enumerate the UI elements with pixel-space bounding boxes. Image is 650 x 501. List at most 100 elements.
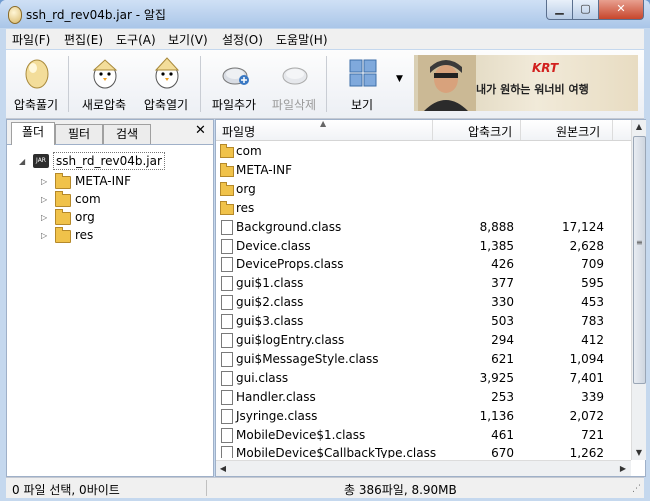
- menu-view[interactable]: 보기(V): [168, 31, 208, 48]
- file-name: res: [236, 200, 255, 215]
- tree-root[interactable]: ◢ JAR ssh_rd_rev04b.jar: [7, 152, 213, 170]
- folder-panel: 폴더 필터 검색 ✕ ◢ JAR ssh_rd_rev04b.jar ▷ MET…: [6, 119, 214, 477]
- class-file-icon: [221, 446, 233, 458]
- maximize-button[interactable]: ▢: [572, 0, 599, 20]
- list-item-folder[interactable]: META-INF: [216, 161, 631, 180]
- window-title: ssh_rd_rev04b.jar - 알집: [26, 8, 166, 22]
- expand-arrow-icon[interactable]: ▷: [41, 209, 47, 227]
- menu-help[interactable]: 도움말(H): [276, 31, 328, 48]
- tree-item[interactable]: ▷ com: [7, 190, 213, 208]
- file-name: MobileDevice$1.class: [236, 427, 366, 442]
- extract-button[interactable]: 압축풀기: [6, 52, 66, 114]
- column-header-original[interactable]: 원본크기: [556, 123, 600, 140]
- delete-file-label: 파일삭제: [271, 98, 317, 112]
- file-name: gui$2.class: [236, 295, 304, 310]
- column-divider[interactable]: [612, 120, 613, 140]
- class-file-icon: [221, 389, 233, 405]
- menu-edit[interactable]: 편집(E): [64, 31, 103, 48]
- new-archive-button[interactable]: 새로압축: [74, 52, 134, 114]
- scroll-up-icon[interactable]: ▲: [632, 120, 646, 134]
- original-size: 783: [581, 314, 604, 329]
- list-item-file[interactable]: MobileDevice$CallbackType.class 670 1,262: [216, 444, 631, 458]
- list-item-file[interactable]: gui$3.class 503 783: [216, 312, 631, 331]
- app-window: ssh_rd_rev04b.jar - 알집 ▁ ▢ ✕ 파일(F) 편집(E)…: [0, 0, 650, 501]
- minimize-button[interactable]: ▁: [546, 0, 573, 20]
- vertical-scrollbar[interactable]: ▲ ≡ ▼: [631, 120, 646, 460]
- delete-file-button[interactable]: 파일삭제: [264, 52, 324, 114]
- list-item-file[interactable]: gui$logEntry.class 294 412: [216, 331, 631, 350]
- person-photo-icon: [418, 55, 476, 111]
- list-item-file[interactable]: Handler.class 253 339: [216, 388, 631, 407]
- tree-item[interactable]: ▷ org: [7, 208, 213, 226]
- file-name: META-INF: [236, 162, 293, 177]
- file-name: Device.class: [236, 238, 311, 253]
- list-item-file[interactable]: MobileDevice$1.class 461 721: [216, 426, 631, 445]
- expand-arrow-icon[interactable]: ▷: [41, 227, 47, 245]
- list-item-file[interactable]: gui$MessageStyle.class 621 1,094: [216, 350, 631, 369]
- compressed-size: 621: [491, 351, 514, 366]
- file-name: Background.class: [236, 219, 342, 234]
- new-archive-label: 새로압축: [81, 98, 127, 112]
- compressed-size: 253: [491, 389, 514, 404]
- column-header-compressed[interactable]: 압축크기: [468, 123, 512, 140]
- tree-item[interactable]: ▷ res: [7, 226, 213, 244]
- class-file-icon: [221, 351, 233, 367]
- menu-tools[interactable]: 도구(A): [116, 31, 156, 48]
- list-item-folder[interactable]: com: [216, 142, 631, 161]
- compressed-size: 377: [491, 276, 514, 291]
- close-button[interactable]: ✕: [598, 0, 644, 20]
- tree-item-label: org: [75, 210, 95, 224]
- ad-banner[interactable]: KRT 내가 원하는 워너비 여행: [414, 55, 638, 111]
- expand-arrow-icon[interactable]: ▷: [41, 173, 47, 191]
- compressed-size: 461: [491, 427, 514, 442]
- add-file-label: 파일추가: [211, 98, 257, 112]
- view-dropdown-arrow-icon[interactable]: ▼: [396, 74, 403, 84]
- scroll-down-icon[interactable]: ▼: [632, 446, 646, 460]
- close-panel-icon[interactable]: ✕: [195, 123, 206, 138]
- column-header-name[interactable]: 파일명: [222, 123, 255, 140]
- original-size: 17,124: [562, 219, 604, 234]
- scroll-thumb[interactable]: [633, 136, 646, 384]
- tab-search[interactable]: 검색: [103, 124, 151, 144]
- expand-arrow-icon[interactable]: ▷: [41, 191, 47, 209]
- file-name: gui.class: [236, 370, 289, 385]
- open-archive-label: 압축열기: [143, 98, 189, 112]
- list-item-file[interactable]: Jsyringe.class 1,136 2,072: [216, 407, 631, 426]
- list-item-folder[interactable]: org: [216, 180, 631, 199]
- scroll-left-icon[interactable]: ◀: [216, 461, 230, 476]
- view-button[interactable]: 보기: [332, 52, 392, 114]
- add-file-icon: [222, 67, 249, 85]
- list-item-file[interactable]: DeviceProps.class 426 709: [216, 255, 631, 274]
- menu-file[interactable]: 파일(F): [12, 31, 50, 48]
- open-archive-button[interactable]: 압축열기: [136, 52, 196, 114]
- resize-grip-icon[interactable]: ⋰: [632, 484, 641, 494]
- horizontal-scrollbar[interactable]: ◀ ▶: [216, 460, 631, 476]
- class-file-icon: [221, 314, 233, 330]
- list-item-file[interactable]: gui.class 3,925 7,401: [216, 369, 631, 388]
- list-item-file[interactable]: Background.class 8,888 17,124: [216, 218, 631, 237]
- list-item-file[interactable]: gui$2.class 330 453: [216, 293, 631, 312]
- alzip-app-icon: [8, 6, 22, 24]
- chick-open-icon: [154, 57, 180, 89]
- list-item-file[interactable]: gui$1.class 377 595: [216, 274, 631, 293]
- compressed-size: 3,925: [479, 370, 514, 385]
- tree-item[interactable]: ▷ META-INF: [7, 172, 213, 190]
- column-divider[interactable]: [520, 120, 521, 140]
- column-divider[interactable]: [432, 120, 433, 140]
- panel-tabs: 폴더 필터 검색 ✕: [7, 120, 213, 145]
- title-bar[interactable]: ssh_rd_rev04b.jar - 알집 ▁ ▢ ✕: [0, 0, 650, 28]
- scroll-right-icon[interactable]: ▶: [616, 461, 630, 476]
- menu-settings[interactable]: 설정(O): [222, 31, 263, 48]
- folder-icon: [55, 173, 71, 189]
- collapse-arrow-icon[interactable]: ◢: [19, 153, 25, 171]
- tab-folder[interactable]: 폴더: [11, 122, 55, 145]
- list-item-folder[interactable]: res: [216, 199, 631, 218]
- folder-icon: [220, 162, 234, 177]
- tab-filter[interactable]: 필터: [55, 124, 103, 144]
- extract-label: 압축풀기: [13, 98, 59, 112]
- compressed-size: 1,136: [479, 408, 514, 423]
- jar-file-icon: JAR: [33, 154, 49, 168]
- list-item-file[interactable]: Device.class 1,385 2,628: [216, 237, 631, 256]
- grip-icon: ≡: [636, 238, 643, 247]
- add-file-button[interactable]: 파일추가: [204, 52, 264, 114]
